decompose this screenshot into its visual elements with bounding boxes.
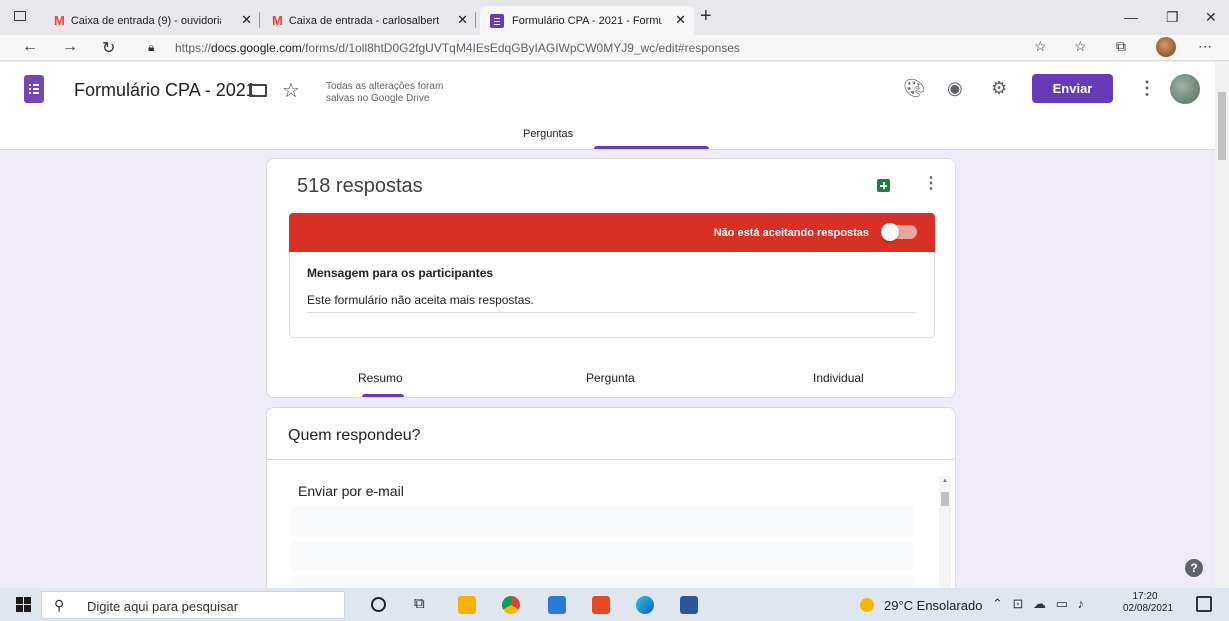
preview-eye-icon[interactable]: ◉ xyxy=(947,78,963,99)
window-close-icon[interactable]: ✕ xyxy=(1205,9,1217,26)
send-by-email-label: Enviar por e-mail xyxy=(298,483,404,499)
task-view-icon[interactable]: ⧉ xyxy=(414,595,425,612)
google-forms-logo-icon[interactable] xyxy=(24,75,44,103)
url-prefix: https:// xyxy=(175,41,212,55)
edge-icon[interactable] xyxy=(636,596,654,614)
close-icon[interactable]: ✕ xyxy=(675,12,686,28)
taskbar-clock[interactable]: 17:20 02/08/2021 xyxy=(1123,591,1174,615)
message-text-field[interactable]: Este formulário não aceita mais resposta… xyxy=(307,293,534,307)
palette-icon[interactable]: 🎨︎ xyxy=(903,78,926,99)
minimize-icon[interactable]: — xyxy=(1124,9,1138,25)
notifications-icon[interactable] xyxy=(1196,596,1212,612)
help-icon[interactable]: ? xyxy=(1185,559,1203,577)
chrome-icon[interactable] xyxy=(502,596,520,614)
more-vert-icon[interactable]: ⋮ xyxy=(1138,78,1156,99)
browser-tab-forms[interactable]: Formulário CPA - 2021 - Formulá ✕ xyxy=(480,6,694,35)
accepting-responses-label: Não está aceitando respostas xyxy=(713,227,869,239)
restore-icon[interactable]: ❐ xyxy=(1166,9,1179,26)
url-host: docs.google.com xyxy=(211,41,302,55)
store-icon[interactable] xyxy=(548,596,566,614)
browser-tab-bar: M Caixa de entrada (9) - ouvidoria@ ✕ M … xyxy=(0,0,1229,35)
more-vert-icon[interactable]: ⋮ xyxy=(923,173,939,193)
favorites-add-icon[interactable]: ☆ xyxy=(1034,38,1047,55)
response-count: 518 respostas xyxy=(297,175,423,197)
not-accepting-banner: Não está aceitando respostas xyxy=(289,213,935,252)
clock-time: 17:20 xyxy=(1132,591,1158,602)
tab-title: Caixa de entrada - carlosalberto@ xyxy=(288,14,439,27)
file-explorer-icon[interactable] xyxy=(458,596,476,614)
account-avatar[interactable] xyxy=(1170,74,1200,104)
weather-sun-icon[interactable] xyxy=(860,598,874,612)
taskbar-search-input[interactable]: ⚲ Digite aqui para pesquisar xyxy=(41,591,345,619)
browser-tab-gmail-carlos[interactable]: M Caixa de entrada - carlosalberto@ ✕ xyxy=(262,6,476,35)
scroll-up-icon[interactable]: ▲ xyxy=(942,478,948,484)
responses-card: 518 respostas ⋮ Não está aceitando respo… xyxy=(266,158,956,398)
word-icon[interactable] xyxy=(680,596,698,614)
favorites-icon[interactable]: ☆ xyxy=(1074,38,1087,55)
star-icon[interactable]: ☆ xyxy=(282,78,300,103)
participants-message-box: Mensagem para os participantes Este form… xyxy=(289,252,935,338)
message-field-underline xyxy=(307,312,916,313)
sheets-icon[interactable] xyxy=(877,179,890,192)
clock-date: 02/08/2021 xyxy=(1123,603,1174,614)
page-scrollbar-thumb[interactable] xyxy=(1218,92,1226,160)
collections-icon[interactable]: ⧉ xyxy=(1116,38,1126,55)
form-title[interactable]: Formulário CPA - 2021 xyxy=(74,80,256,101)
windows-start-icon[interactable] xyxy=(16,597,31,612)
search-placeholder: Digite aqui para pesquisar xyxy=(87,599,239,614)
summary-tab-indicator xyxy=(362,394,404,397)
new-tab-button[interactable]: + xyxy=(700,5,712,28)
tab-actions-icon[interactable] xyxy=(14,11,26,21)
who-responded-title: Quem respondeu? xyxy=(288,427,421,444)
tab-responses-indicator[interactable] xyxy=(594,146,709,149)
forward-arrow-icon[interactable]: → xyxy=(62,38,78,56)
inner-scrollbar-thumb[interactable] xyxy=(941,492,949,506)
tab-title: Formulário CPA - 2021 - Formulá xyxy=(512,14,662,27)
windows-taskbar: ⚲ Digite aqui para pesquisar ⧉ 29°C Enso… xyxy=(0,588,1229,621)
url-path: /forms/d/1oll8htD0G2fgUVTqM4IEsEdqGByIAG… xyxy=(301,41,740,55)
cortana-circle-icon[interactable] xyxy=(371,597,386,612)
who-responded-card: Quem respondeu? Enviar por e-mail ▲ xyxy=(266,407,956,592)
more-icon[interactable]: ⋯ xyxy=(1198,38,1212,55)
list-item xyxy=(291,541,913,571)
tab-questions[interactable]: Perguntas xyxy=(523,128,573,140)
url-field[interactable]: https://docs.google.com/forms/d/1oll8htD… xyxy=(175,41,740,55)
forms-header: Formulário CPA - 2021 ☆ Todas as alteraç… xyxy=(0,62,1215,150)
back-arrow-icon[interactable]: ← xyxy=(22,38,38,56)
folder-icon[interactable] xyxy=(249,84,267,97)
divider xyxy=(267,459,955,460)
address-bar: ← → ↻ 🔒︎ https://docs.google.com/forms/d… xyxy=(0,35,1229,61)
list-item xyxy=(291,506,913,536)
browser-tab-gmail-ouvidoria[interactable]: M Caixa de entrada (9) - ouvidoria@ ✕ xyxy=(44,6,260,35)
gmail-icon: M xyxy=(272,13,283,28)
save-status: Todas as alterações foram salvas no Goog… xyxy=(326,81,444,104)
profile-avatar[interactable] xyxy=(1156,37,1176,57)
office-icon[interactable] xyxy=(592,596,610,614)
tab-title: Caixa de entrada (9) - ouvidoria@ xyxy=(70,14,221,27)
google-forms-icon xyxy=(490,13,504,28)
tab-individual[interactable]: Individual xyxy=(813,371,864,385)
reload-icon[interactable]: ↻ xyxy=(102,38,115,58)
tab-question[interactable]: Pergunta xyxy=(586,371,635,385)
page-scrollbar[interactable] xyxy=(1215,62,1229,588)
send-button[interactable]: Enviar xyxy=(1032,74,1113,103)
close-icon[interactable]: ✕ xyxy=(241,12,252,28)
tab-summary[interactable]: Resumo xyxy=(358,371,403,385)
search-icon: ⚲ xyxy=(54,597,65,613)
lock-icon[interactable]: 🔒︎ xyxy=(148,40,154,55)
settings-gear-icon[interactable]: ⚙ xyxy=(991,78,1007,99)
gmail-icon: M xyxy=(54,13,65,28)
system-tray-icons[interactable]: ⌃ ⊡ ☁ ▭ ♪ xyxy=(992,596,1087,612)
accepting-responses-toggle[interactable] xyxy=(881,223,917,241)
weather-label[interactable]: 29°C Ensolarado xyxy=(884,598,982,613)
inner-scrollbar[interactable]: ▲ xyxy=(939,476,951,591)
message-label: Mensagem para os participantes xyxy=(307,266,494,280)
close-icon[interactable]: ✕ xyxy=(457,12,468,28)
